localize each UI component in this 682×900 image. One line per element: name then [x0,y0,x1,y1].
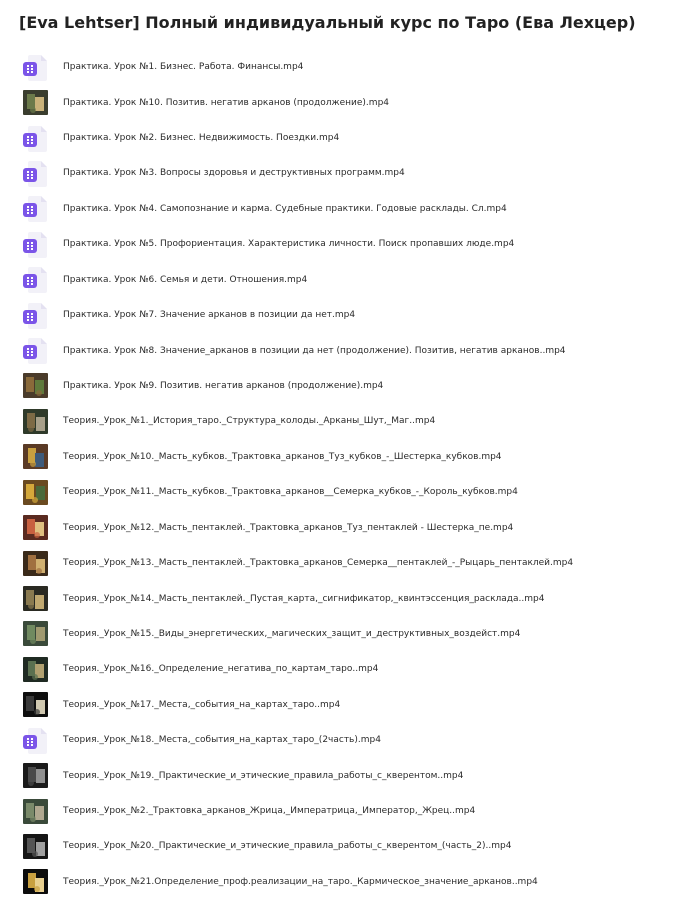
video-thumbnail [23,833,49,860]
file-name[interactable]: Практика. Урок №2. Бизнес. Недвижимость.… [63,134,339,143]
file-name[interactable]: Практика. Урок №1. Бизнес. Работа. Финан… [63,63,303,72]
file-name[interactable]: Теория._Урок_№12._Масть_пентаклей._Тракт… [63,523,513,533]
video-file-icon [23,231,49,258]
file-name[interactable]: Теория._Урок_№2._Трактовка_арканов_Жрица… [63,807,475,816]
video-thumbnail [23,479,49,506]
video-file-icon [23,54,49,81]
file-name[interactable]: Теория._Урок_№14._Масть_пентаклей._Пуста… [63,594,544,604]
file-row[interactable]: Теория._Урок_№20._Практические_и_этическ… [0,829,682,864]
video-file-icon [23,302,49,329]
file-row[interactable]: Теория._Урок_№14._Масть_пентаклей._Пуста… [0,581,682,616]
video-thumbnail [23,373,49,399]
file-name[interactable]: Теория._Урок_№1._История_таро._Структура… [63,417,435,426]
file-row[interactable]: Теория._Урок_№12._Масть_пентаклей._Тракт… [0,510,682,545]
video-thumbnail [23,444,49,470]
video-thumbnail [23,656,49,683]
file-row[interactable]: Практика. Урок №4. Самопознание и карма.… [0,192,682,227]
file-row[interactable]: Практика. Урок №2. Бизнес. Недвижимость.… [0,121,682,156]
file-row[interactable]: Теория._Урок_№2._Трактовка_арканов_Жрица… [0,794,682,829]
file-name[interactable]: Практика. Урок №8. Значение_арканов в по… [63,346,566,356]
file-name[interactable]: Практика. Урок №6. Семья и дети. Отношен… [63,275,307,285]
file-row[interactable]: Практика. Урок №1. Бизнес. Работа. Финан… [0,50,682,85]
file-list: Практика. Урок №1. Бизнес. Работа. Финан… [0,50,682,900]
video-thumbnail [23,763,49,789]
video-thumbnail [23,90,49,116]
video-thumbnail [23,515,49,541]
folder-title: [Eva Lehtser] Полный индивидуальный курс… [19,13,636,32]
file-row[interactable]: Теория._Урок_№17._Места,_события_на_карт… [0,688,682,723]
file-name[interactable]: Теория._Урок_№20._Практические_и_этическ… [63,842,511,851]
file-row[interactable]: Теория._Урок_№19._Практические_и_этическ… [0,758,682,793]
video-thumbnail [23,621,49,647]
video-thumbnail [23,692,49,718]
file-name[interactable]: Практика. Урок №9. Позитив. негатив арка… [63,382,383,391]
file-name[interactable]: Теория._Урок_№17._Места,_события_на_карт… [63,700,340,710]
file-name[interactable]: Практика. Урок №3. Вопросы здоровья и де… [63,169,405,178]
file-row[interactable]: Практика. Урок №6. Семья и дети. Отношен… [0,263,682,298]
file-row[interactable]: Теория._Урок_№1._История_таро._Структура… [0,404,682,439]
file-row[interactable]: Теория._Урок_№10._Масть_кубков._Трактовк… [0,440,682,475]
file-name[interactable]: Практика. Урок №4. Самопознание и карма.… [63,204,507,214]
video-file-icon [23,160,49,187]
file-name[interactable]: Теория._Урок_№13._Масть_пентаклей._Тракт… [63,559,573,568]
file-name[interactable]: Теория._Урок_№16._Определение_негатива_п… [63,665,378,674]
file-row[interactable]: Практика. Урок №5. Профориентация. Харак… [0,227,682,262]
video-thumbnail [23,550,49,577]
file-row[interactable]: Практика. Урок №8. Значение_арканов в по… [0,333,682,368]
file-name[interactable]: Теория._Урок_№15._Виды_энергетических,_м… [63,629,520,639]
file-row[interactable]: Теория._Урок_№18._Места,_события_на_карт… [0,723,682,758]
video-file-icon [23,267,49,294]
file-name[interactable]: Практика. Урок №5. Профориентация. Харак… [63,240,514,249]
file-row[interactable]: Практика. Урок №3. Вопросы здоровья и де… [0,156,682,191]
video-thumbnail [23,408,49,435]
file-row[interactable]: Теория._Урок_№13._Масть_пентаклей._Тракт… [0,546,682,581]
file-row[interactable]: Теория._Урок_№16._Определение_негатива_п… [0,652,682,687]
video-file-icon [23,727,49,754]
file-name[interactable]: Теория._Урок_№18._Места,_события_на_карт… [63,736,381,745]
video-thumbnail [23,586,49,612]
file-row[interactable]: Практика. Урок №10. Позитив. негатив арк… [0,85,682,120]
video-thumbnail [23,869,49,895]
file-browser-page: [Eva Lehtser] Полный индивидуальный курс… [0,0,682,900]
file-row[interactable]: Теория._Урок_№15._Виды_энергетических,_м… [0,617,682,652]
file-name[interactable]: Практика. Урок №10. Позитив. негатив арк… [63,98,389,108]
video-file-icon [23,196,49,223]
file-name[interactable]: Теория._Урок_№19._Практические_и_этическ… [63,771,463,781]
file-name[interactable]: Теория._Урок_№11._Масть_кубков._Трактовк… [63,488,518,497]
file-name[interactable]: Теория._Урок_№21.Определение_проф.реализ… [63,877,538,887]
file-name[interactable]: Теория._Урок_№10._Масть_кубков._Трактовк… [63,452,502,462]
video-file-icon [23,125,49,152]
file-row[interactable]: Практика. Урок №7. Значение арканов в по… [0,298,682,333]
video-thumbnail [23,798,49,825]
file-row[interactable]: Теория._Урок_№11._Масть_кубков._Трактовк… [0,475,682,510]
file-row[interactable]: Теория._Урок_№21.Определение_проф.реализ… [0,865,682,900]
video-file-icon [23,338,49,365]
file-row[interactable]: Практика. Урок №9. Позитив. негатив арка… [0,369,682,404]
file-name[interactable]: Практика. Урок №7. Значение арканов в по… [63,311,355,320]
